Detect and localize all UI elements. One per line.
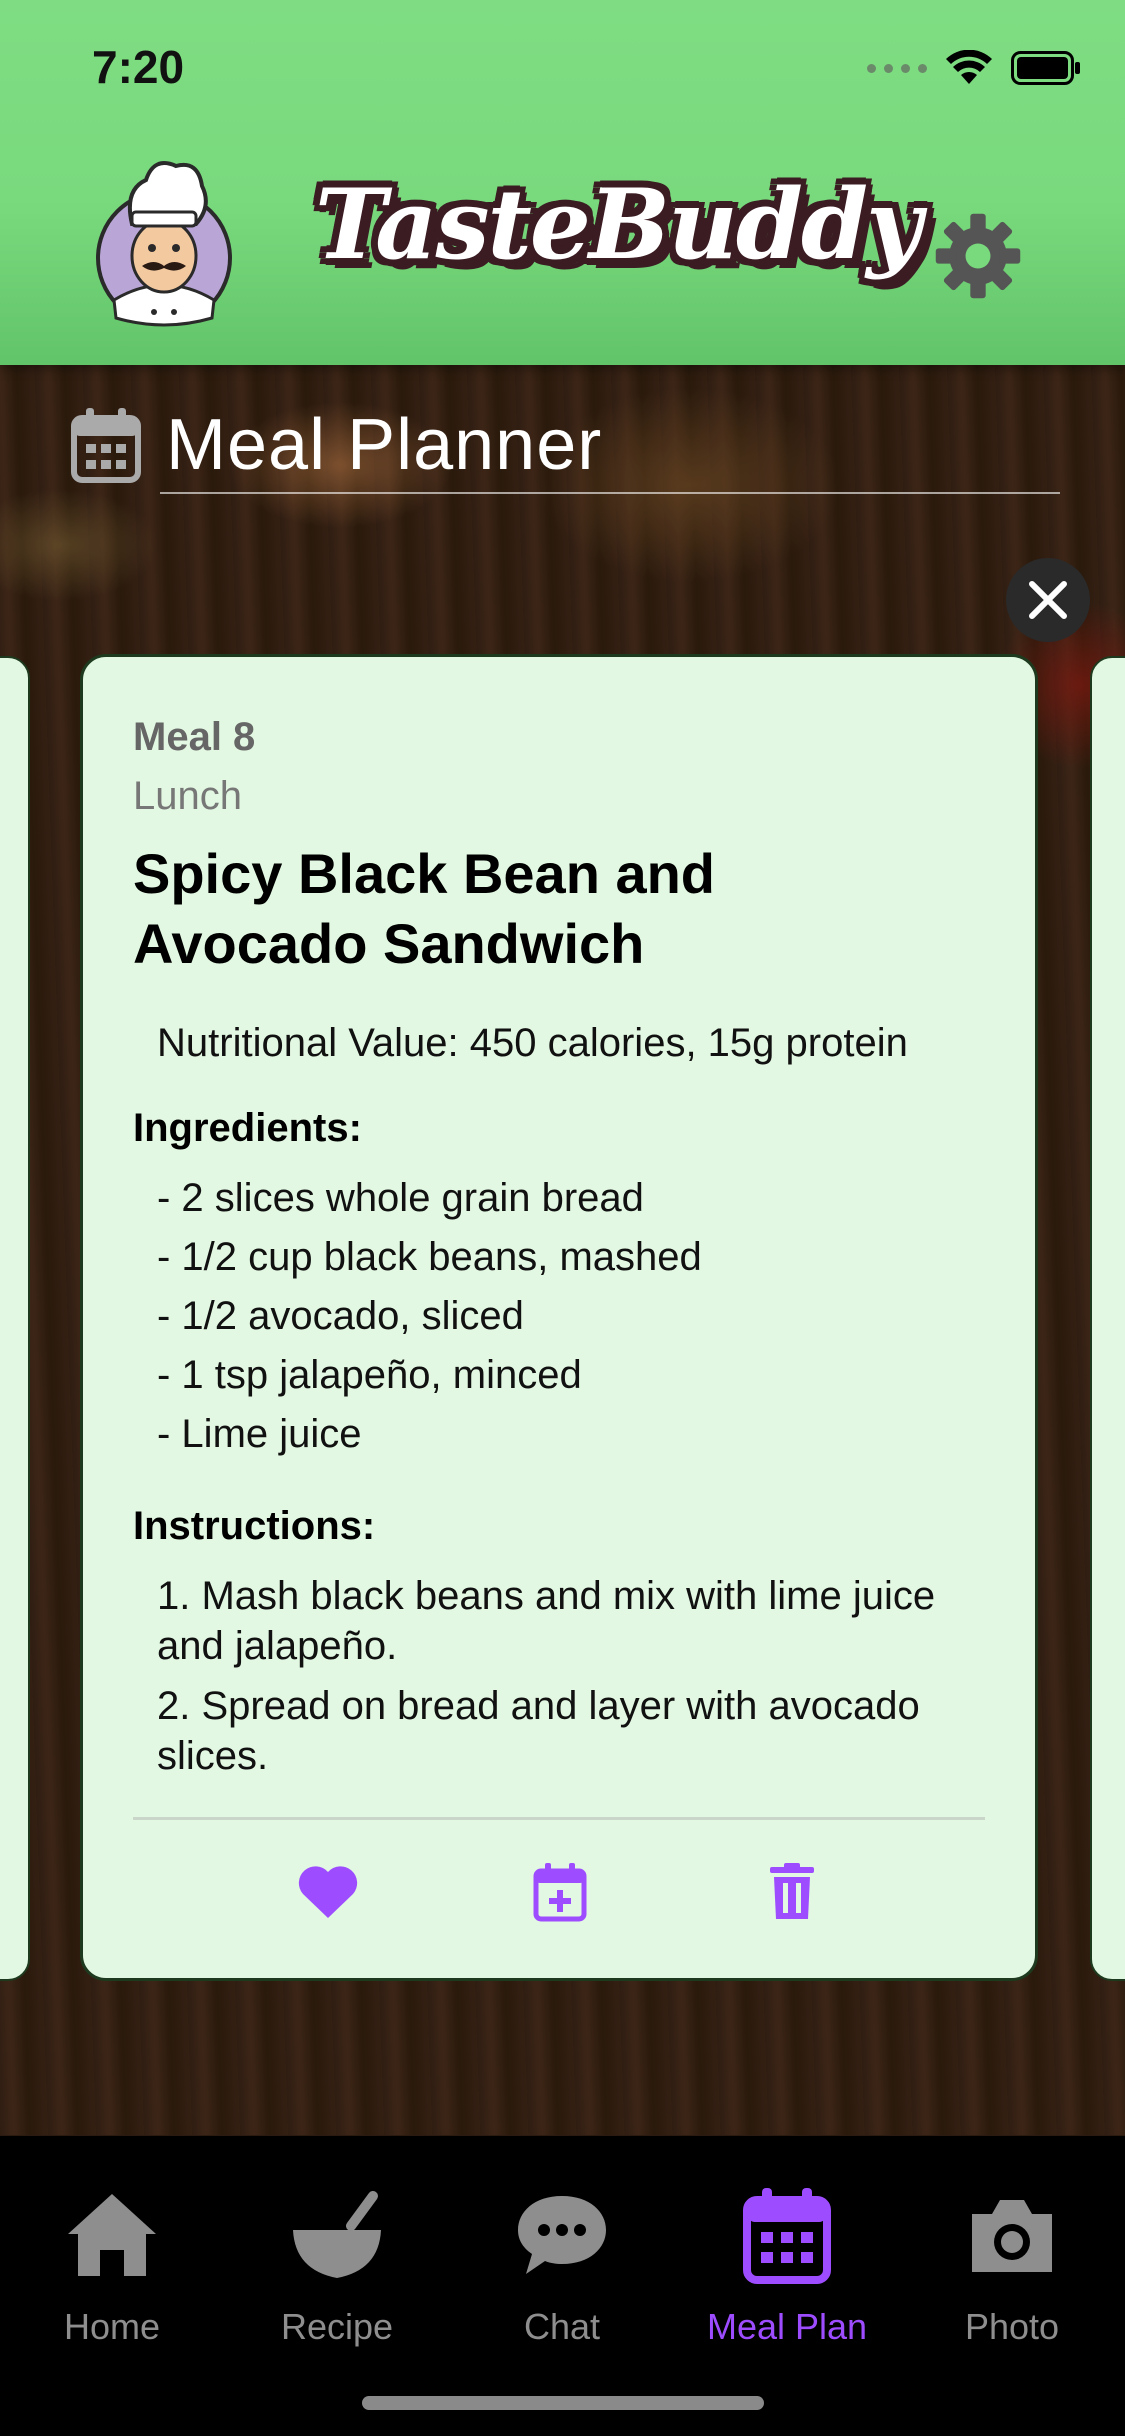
camera-icon [972, 2200, 1052, 2272]
ingredient-item: - 1 tsp jalapeño, minced [157, 1353, 582, 1397]
tab-label: Recipe [280, 2306, 394, 2347]
card-actions [83, 1857, 1035, 1937]
close-button[interactable] [1006, 558, 1090, 642]
home-icon [68, 2194, 156, 2276]
app-header: 7:20 TasteBuddy [0, 0, 1125, 365]
status-time: 7:20 [92, 41, 185, 93]
tab-meal-plan[interactable]: Meal Plan [677, 2186, 897, 2348]
calendar-icon [743, 2188, 831, 2284]
home-indicator [362, 2396, 764, 2410]
trash-icon [770, 1863, 814, 1919]
calendar-plus-icon [533, 1863, 587, 1922]
tab-label: Chat [523, 2306, 601, 2347]
ingredients-heading: Ingredients: [133, 1106, 362, 1150]
close-icon [1029, 581, 1067, 619]
page-title: Meal Planner [166, 405, 603, 485]
instruction-step: 2. Spread on bread and layer with avocad… [157, 1684, 920, 1778]
heart-icon [298, 1866, 358, 1918]
add-to-calendar-button[interactable] [525, 1857, 595, 1927]
ingredient-item: - Lime juice [157, 1412, 362, 1456]
ingredient-item: - 1/2 cup black beans, mashed [157, 1235, 702, 1279]
calendar-icon [71, 408, 141, 483]
tab-recipe[interactable]: Recipe [227, 2186, 447, 2348]
tab-label: Meal Plan [706, 2306, 868, 2347]
bowl-icon [293, 2191, 381, 2278]
gear-icon[interactable] [930, 208, 1026, 304]
ingredient-item: - 2 slices whole grain bread [157, 1176, 644, 1220]
ingredient-item: - 1/2 avocado, sliced [157, 1294, 524, 1338]
tab-home[interactable]: Home [2, 2186, 222, 2348]
tab-bar: Home Recipe Chat Meal Plan Photo [0, 2136, 1125, 2436]
next-meal-card[interactable] [1090, 656, 1125, 1981]
wifi-icon [946, 50, 992, 84]
signal-icon [867, 63, 927, 73]
instructions-heading: Instructions: [133, 1504, 376, 1548]
title-divider [160, 492, 1060, 494]
app-title: TasteBuddy [315, 168, 922, 281]
tab-chat[interactable]: Chat [452, 2186, 672, 2348]
status-icons [867, 50, 1081, 86]
meal-title: Spicy Black Bean and Avocado Sandwich [133, 842, 716, 975]
battery-icon [1011, 51, 1080, 85]
delete-button[interactable] [757, 1857, 827, 1927]
meal-number: Meal 8 [133, 715, 256, 759]
ingredients-list: - 2 slices whole grain bread - 1/2 cup b… [133, 1169, 985, 1464]
tab-photo[interactable]: Photo [902, 2186, 1122, 2348]
meal-type: Lunch [133, 774, 242, 818]
previous-meal-card[interactable] [0, 656, 30, 1981]
favorite-button[interactable] [293, 1857, 363, 1927]
chef-avatar-icon [96, 161, 232, 327]
instruction-step: 1. Mash black beans and mix with lime ju… [157, 1574, 936, 1668]
instructions-list: 1. Mash black beans and mix with lime ju… [133, 1571, 985, 1781]
meal-card: Meal 8 Lunch Spicy Black Bean and Avocad… [80, 654, 1038, 1981]
page-title-row: Meal Planner [70, 395, 602, 495]
chat-icon [518, 2196, 606, 2274]
tab-label: Home [63, 2306, 161, 2347]
card-divider [133, 1817, 985, 1820]
nutrition-value: Nutritional Value: 450 calories, 15g pro… [157, 1021, 908, 1065]
tab-label: Photo [964, 2306, 1060, 2347]
